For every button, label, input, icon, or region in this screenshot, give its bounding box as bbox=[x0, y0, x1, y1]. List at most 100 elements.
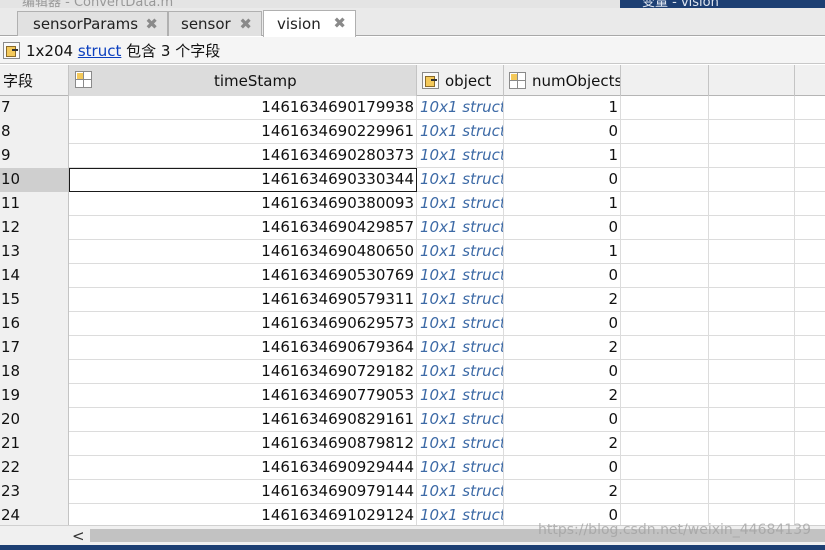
numobjects-cell[interactable]: 0 bbox=[504, 408, 621, 432]
table-row[interactable]: 7 1461634690179938 10x1 struct 1 bbox=[0, 96, 825, 120]
timestamp-cell[interactable]: 1461634690879812 bbox=[69, 432, 417, 456]
empty-cell[interactable] bbox=[621, 312, 709, 336]
empty-cell[interactable] bbox=[621, 216, 709, 240]
empty-cell[interactable] bbox=[709, 408, 795, 432]
object-cell[interactable]: 10x1 struct bbox=[417, 96, 504, 120]
struct-link[interactable]: struct bbox=[78, 42, 122, 60]
table-row[interactable]: 13 1461634690480650 10x1 struct 1 bbox=[0, 240, 825, 264]
object-cell[interactable]: 10x1 struct bbox=[417, 264, 504, 288]
numobjects-cell[interactable]: 2 bbox=[504, 336, 621, 360]
empty-cell[interactable] bbox=[621, 264, 709, 288]
row-index[interactable]: 15 bbox=[0, 288, 69, 312]
empty-cell[interactable] bbox=[795, 408, 825, 432]
table-row[interactable]: 23 1461634690979144 10x1 struct 2 bbox=[0, 480, 825, 504]
row-index[interactable]: 7 bbox=[0, 96, 69, 120]
scroll-left-arrow[interactable]: < bbox=[72, 527, 85, 545]
timestamp-cell[interactable]: 1461634690380093 bbox=[69, 192, 417, 216]
row-index[interactable]: 19 bbox=[0, 384, 69, 408]
timestamp-cell[interactable]: 1461634690779053 bbox=[69, 384, 417, 408]
table-row[interactable]: 12 1461634690429857 10x1 struct 0 bbox=[0, 216, 825, 240]
table-row[interactable]: 8 1461634690229961 10x1 struct 0 bbox=[0, 120, 825, 144]
timestamp-cell[interactable]: 1461634690729182 bbox=[69, 360, 417, 384]
row-index[interactable]: 13 bbox=[0, 240, 69, 264]
table-row[interactable]: 21 1461634690879812 10x1 struct 2 bbox=[0, 432, 825, 456]
tab-sensorParams[interactable]: sensorParams ✖ bbox=[17, 11, 168, 36]
row-index[interactable]: 12 bbox=[0, 216, 69, 240]
close-icon[interactable]: ✖ bbox=[333, 14, 346, 32]
empty-cell[interactable] bbox=[795, 120, 825, 144]
empty-cell[interactable] bbox=[709, 480, 795, 504]
object-cell[interactable]: 10x1 struct bbox=[417, 240, 504, 264]
empty-cell[interactable] bbox=[795, 480, 825, 504]
close-icon[interactable]: ✖ bbox=[145, 15, 158, 33]
empty-cell[interactable] bbox=[709, 216, 795, 240]
empty-cell[interactable] bbox=[709, 384, 795, 408]
object-cell[interactable]: 10x1 struct bbox=[417, 504, 504, 525]
row-index[interactable]: 23 bbox=[0, 480, 69, 504]
timestamp-cell[interactable]: 1461634690829161 bbox=[69, 408, 417, 432]
empty-cell[interactable] bbox=[709, 360, 795, 384]
timestamp-cell[interactable]: 1461634690480650 bbox=[69, 240, 417, 264]
numobjects-cell[interactable]: 1 bbox=[504, 240, 621, 264]
object-cell[interactable]: 10x1 struct bbox=[417, 144, 504, 168]
row-index[interactable]: 9 bbox=[0, 144, 69, 168]
empty-cell[interactable] bbox=[709, 120, 795, 144]
empty-cell[interactable] bbox=[621, 456, 709, 480]
row-index[interactable]: 14 bbox=[0, 264, 69, 288]
close-icon[interactable]: ✖ bbox=[239, 15, 252, 33]
empty-cell[interactable] bbox=[709, 312, 795, 336]
empty-cell[interactable] bbox=[709, 96, 795, 120]
tab-vision[interactable]: vision ✖ bbox=[263, 10, 356, 37]
empty-cell[interactable] bbox=[795, 96, 825, 120]
row-index[interactable]: 10 bbox=[0, 168, 69, 192]
empty-cell[interactable] bbox=[621, 336, 709, 360]
numobjects-cell[interactable]: 1 bbox=[504, 192, 621, 216]
timestamp-cell[interactable]: 1461634690579311 bbox=[69, 288, 417, 312]
table-row[interactable]: 11 1461634690380093 10x1 struct 1 bbox=[0, 192, 825, 216]
object-cell[interactable]: 10x1 struct bbox=[417, 456, 504, 480]
table-row[interactable]: 15 1461634690579311 10x1 struct 2 bbox=[0, 288, 825, 312]
numobjects-cell[interactable]: 1 bbox=[504, 144, 621, 168]
table-row[interactable]: 16 1461634690629573 10x1 struct 0 bbox=[0, 312, 825, 336]
timestamp-cell[interactable]: 1461634690179938 bbox=[69, 96, 417, 120]
row-index[interactable]: 8 bbox=[0, 120, 69, 144]
object-cell[interactable]: 10x1 struct bbox=[417, 312, 504, 336]
empty-cell[interactable] bbox=[795, 216, 825, 240]
object-cell[interactable]: 10x1 struct bbox=[417, 120, 504, 144]
empty-cell[interactable] bbox=[621, 360, 709, 384]
row-index[interactable]: 18 bbox=[0, 360, 69, 384]
empty-column-header[interactable] bbox=[795, 65, 825, 96]
empty-cell[interactable] bbox=[795, 264, 825, 288]
empty-cell[interactable] bbox=[709, 144, 795, 168]
row-index[interactable]: 22 bbox=[0, 456, 69, 480]
table-row[interactable]: 19 1461634690779053 10x1 struct 2 bbox=[0, 384, 825, 408]
numobjects-cell[interactable]: 0 bbox=[504, 312, 621, 336]
table-row[interactable]: 20 1461634690829161 10x1 struct 0 bbox=[0, 408, 825, 432]
empty-cell[interactable] bbox=[795, 240, 825, 264]
empty-cell[interactable] bbox=[709, 432, 795, 456]
empty-cell[interactable] bbox=[621, 480, 709, 504]
numobjects-cell[interactable]: 2 bbox=[504, 384, 621, 408]
empty-cell[interactable] bbox=[795, 144, 825, 168]
empty-column-header[interactable] bbox=[709, 65, 795, 96]
timestamp-cell[interactable]: 1461634690530769 bbox=[69, 264, 417, 288]
empty-cell[interactable] bbox=[709, 192, 795, 216]
table-row[interactable]: 17 1461634690679364 10x1 struct 2 bbox=[0, 336, 825, 360]
empty-cell[interactable] bbox=[795, 288, 825, 312]
timestamp-cell[interactable]: 1461634690679364 bbox=[69, 336, 417, 360]
object-cell[interactable]: 10x1 struct bbox=[417, 408, 504, 432]
empty-column-header[interactable] bbox=[621, 65, 709, 96]
empty-cell[interactable] bbox=[709, 240, 795, 264]
timestamp-cell[interactable]: 1461634690229961 bbox=[69, 120, 417, 144]
object-cell[interactable]: 10x1 struct bbox=[417, 216, 504, 240]
empty-cell[interactable] bbox=[795, 192, 825, 216]
empty-cell[interactable] bbox=[621, 408, 709, 432]
timestamp-cell[interactable]: 1461634690929444 bbox=[69, 456, 417, 480]
numobjects-cell[interactable]: 0 bbox=[504, 216, 621, 240]
empty-cell[interactable] bbox=[795, 312, 825, 336]
timestamp-cell[interactable]: 1461634690330344 bbox=[69, 168, 417, 192]
timestamp-cell[interactable]: 1461634690629573 bbox=[69, 312, 417, 336]
row-index[interactable]: 11 bbox=[0, 192, 69, 216]
table-row[interactable]: 22 1461634690929444 10x1 struct 0 bbox=[0, 456, 825, 480]
object-cell[interactable]: 10x1 struct bbox=[417, 168, 504, 192]
